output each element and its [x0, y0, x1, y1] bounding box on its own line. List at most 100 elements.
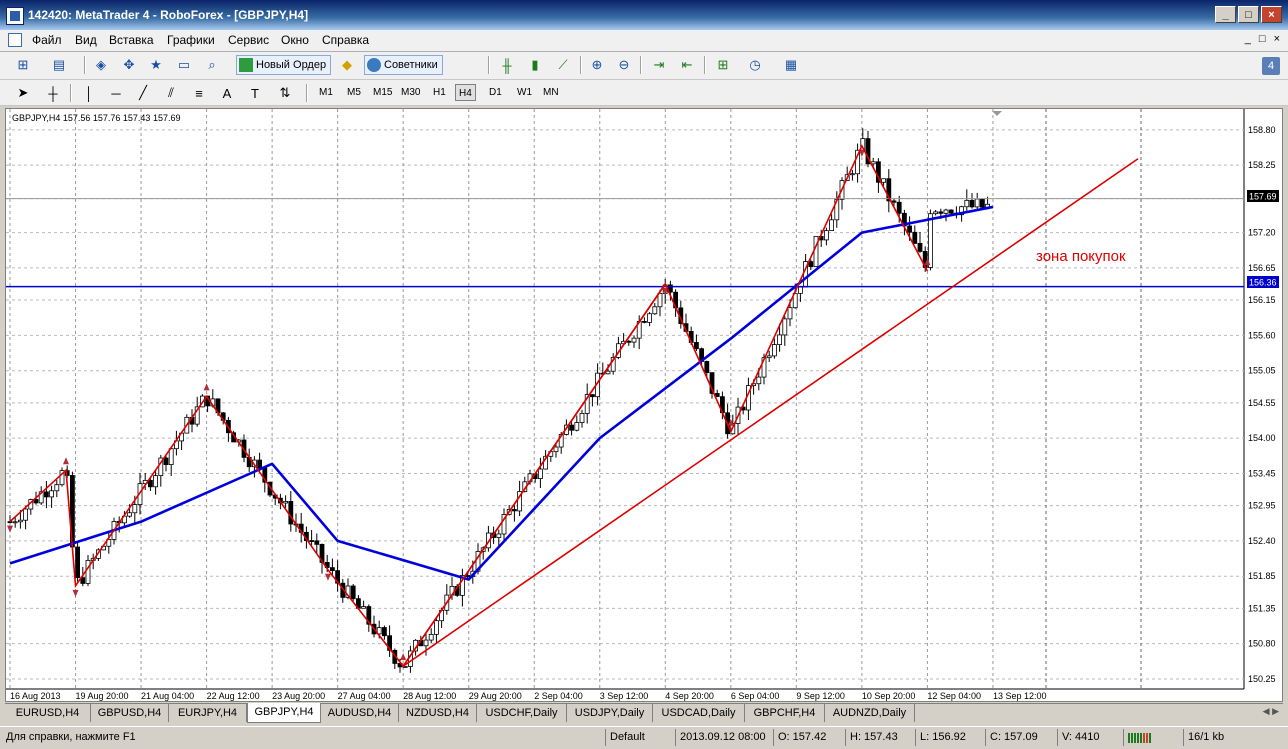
crosshair-tool-icon[interactable]: ┼ [44, 84, 62, 102]
templates-icon[interactable]: ▦ [782, 56, 800, 74]
timeframe-m15[interactable]: M15 [370, 84, 395, 101]
close-button[interactable]: × [1261, 6, 1282, 23]
tab-eurusd[interactable]: EURUSD,H4 [5, 704, 91, 722]
price-tick-label: 150.80 [1248, 639, 1276, 649]
candle-body [350, 585, 356, 600]
tab-scroll-arrows[interactable]: ◀ ▶ [1263, 706, 1279, 717]
candle-body [943, 209, 949, 214]
status-high: H: 157.43 [845, 729, 915, 746]
menu-bar: Файл Вид Вставка Графики Сервис Окно Спр… [0, 30, 1288, 52]
price-tick-label: 154.55 [1248, 398, 1276, 408]
tab-gbpchf[interactable]: GBPCHF,H4 [745, 704, 825, 722]
autoscroll-icon[interactable]: ⇥ [650, 56, 668, 74]
toolbar-separator [488, 56, 490, 74]
arrows-icon[interactable]: ⇅ [276, 84, 294, 102]
time-tick-label: 22 Aug 12:00 [207, 691, 260, 701]
time-tick-label: 27 Aug 04:00 [338, 691, 391, 701]
candle-body [553, 446, 559, 453]
menu-window[interactable]: Окно [281, 33, 309, 47]
chart-overlay [6, 111, 1244, 668]
status-traffic: 16/1 kb [1183, 729, 1283, 746]
text-label-icon[interactable]: T [246, 84, 264, 102]
menu-help[interactable]: Справка [322, 33, 369, 47]
tab-eurjpy[interactable]: EURJPY,H4 [169, 704, 247, 722]
candlestick-icon[interactable]: ▮ [526, 56, 544, 74]
menu-file[interactable]: Файл [32, 33, 62, 47]
tab-audnzd[interactable]: AUDNZD,Daily [825, 704, 915, 722]
tab-usdcad[interactable]: USDCAD,Daily [653, 704, 745, 722]
terminal-icon[interactable]: ▭ [175, 56, 193, 74]
price-tick-label: 155.60 [1248, 330, 1276, 340]
metaeditor-icon[interactable]: ◆ [338, 56, 356, 74]
new-order-button[interactable]: Новый Ордер [236, 55, 332, 75]
fractal-down [7, 525, 13, 533]
tab-usdchf[interactable]: USDCHF,Daily [477, 704, 567, 722]
indicators-icon[interactable]: ⊞ [714, 56, 732, 74]
mdi-restore-button[interactable]: □ [1259, 33, 1266, 45]
candle-body [283, 501, 289, 504]
zoom-in-icon[interactable]: ⊕ [588, 56, 606, 74]
vertical-line-icon[interactable]: │ [80, 84, 98, 102]
new-order-label: Новый Ордер [256, 59, 327, 71]
tab-gbpjpy[interactable]: GBPJPY,H4 [247, 703, 321, 723]
experts-button[interactable]: Советники [364, 55, 443, 75]
candle-body [896, 201, 902, 214]
fractal-down [72, 589, 79, 597]
status-profile: Default [605, 729, 675, 746]
tab-audusd[interactable]: AUDUSD,H4 [321, 704, 399, 722]
trendline-icon[interactable]: ╱ [134, 84, 152, 102]
mdi-close-button[interactable]: × [1274, 33, 1280, 45]
time-tick-label: 29 Aug 20:00 [469, 691, 522, 701]
tab-usdjpy[interactable]: USDJPY,Daily [567, 704, 653, 722]
candle-body [642, 321, 647, 323]
chart-window[interactable]: 158.80158.25157.73157.20156.65156.15155.… [5, 108, 1283, 702]
mdi-minimize-button[interactable]: _ [1245, 33, 1251, 45]
bar-chart-icon[interactable]: ╫ [498, 56, 516, 74]
timeframe-m30[interactable]: M30 [398, 84, 423, 101]
navigator-icon[interactable]: ★ [147, 56, 165, 74]
document-icon[interactable] [8, 33, 22, 47]
profiles-icon[interactable]: ▤ [50, 56, 68, 74]
zoom-out-icon[interactable]: ⊖ [615, 56, 633, 74]
candle-body [938, 211, 944, 214]
cursor-icon[interactable]: ➤ [14, 84, 32, 102]
new-chart-icon[interactable]: ⊞ [14, 56, 32, 74]
menu-tools[interactable]: Сервис [228, 33, 269, 47]
price-chart[interactable]: 158.80158.25157.73157.20156.65156.15155.… [6, 109, 1282, 701]
periods-icon[interactable]: ◷ [746, 56, 764, 74]
timeframe-mn[interactable]: MN [540, 84, 562, 101]
market-watch-icon[interactable]: ◈ [92, 56, 110, 74]
candle-body [75, 546, 80, 579]
chart-shift-icon[interactable]: ⇤ [678, 56, 696, 74]
menu-insert[interactable]: Вставка [109, 33, 154, 47]
menu-charts[interactable]: Графики [167, 33, 215, 47]
time-tick-label: 13 Sep 12:00 [993, 691, 1047, 701]
new-order-icon [239, 58, 253, 72]
text-icon[interactable]: A [218, 84, 236, 102]
tab-nzdusd[interactable]: NZDUSD,H4 [399, 704, 477, 722]
strategy-tester-icon[interactable]: ⌕ [203, 56, 221, 74]
price-tick-label: 150.25 [1248, 674, 1276, 684]
timeframe-h1[interactable]: H1 [430, 84, 449, 101]
timeframe-m1[interactable]: M1 [316, 84, 336, 101]
timeframe-w1[interactable]: W1 [514, 84, 535, 101]
crosshair-icon[interactable]: ✥ [120, 56, 138, 74]
channel-icon[interactable]: ⫽ [162, 84, 180, 102]
candle-body [964, 199, 970, 208]
timeframe-h4[interactable]: H4 [455, 84, 476, 101]
minimize-button[interactable]: _ [1215, 6, 1236, 23]
candle-body [309, 540, 315, 542]
timeframe-d1[interactable]: D1 [486, 84, 505, 101]
line-chart-icon[interactable]: ⟋ [554, 56, 572, 74]
uptrend-line [402, 158, 1139, 667]
notification-badge[interactable]: 4 [1262, 57, 1280, 75]
timeframe-m5[interactable]: M5 [344, 84, 364, 101]
fibonacci-icon[interactable]: ≡ [190, 84, 208, 102]
maximize-button[interactable]: □ [1238, 6, 1259, 23]
drawing-toolbar: ➤ ┼ │ ─ ╱ ⫽ ≡ A T ⇅ M1 M5 M15 M30 H1 H4 … [0, 80, 1288, 106]
candle-body [907, 225, 912, 233]
horizontal-line-icon[interactable]: ─ [107, 84, 125, 102]
tab-gbpusd[interactable]: GBPUSD,H4 [91, 704, 169, 722]
candle-body [511, 509, 517, 512]
menu-view[interactable]: Вид [75, 33, 97, 47]
